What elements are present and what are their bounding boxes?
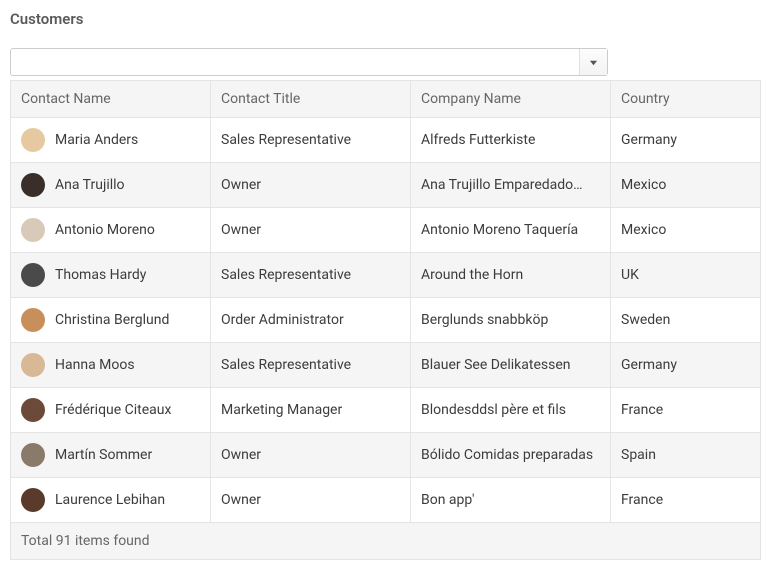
country: Spain xyxy=(611,433,761,478)
contact-title: Sales Representative xyxy=(211,343,411,388)
grid-header-row: Contact Name Contact Title Company Name … xyxy=(11,81,761,118)
avatar xyxy=(21,398,45,422)
table-row[interactable]: Antonio Moreno OwnerAntonio Moreno Taquer… xyxy=(11,208,761,253)
contact-name: Hanna Moos xyxy=(55,357,135,373)
contact-title: Owner xyxy=(211,433,411,478)
avatar xyxy=(21,173,45,197)
company-name: Blauer See Delikatessen xyxy=(411,343,611,388)
contact-title: Order Administrator xyxy=(211,298,411,343)
table-row[interactable]: Maria Anders Sales RepresentativeAlfreds … xyxy=(11,118,761,163)
contact-title: Owner xyxy=(211,208,411,253)
avatar xyxy=(21,488,45,512)
company-name: Bólido Comidas preparadas xyxy=(411,433,611,478)
column-header-company-name[interactable]: Company Name xyxy=(411,81,611,118)
column-header-country[interactable]: Country xyxy=(611,81,761,118)
country: France xyxy=(611,388,761,433)
avatar xyxy=(21,353,45,377)
company-name: Blondesddsl père et fils xyxy=(411,388,611,433)
avatar xyxy=(21,308,45,332)
contact-name: Frédérique Citeaux xyxy=(55,402,171,418)
contact-title: Sales Representative xyxy=(211,118,411,163)
column-header-contact-name[interactable]: Contact Name xyxy=(11,81,211,118)
country: Germany xyxy=(611,118,761,163)
contact-name: Thomas Hardy xyxy=(55,267,146,283)
customers-grid: Contact Name Contact Title Company Name … xyxy=(10,80,761,560)
country: Sweden xyxy=(611,298,761,343)
contact-name: Maria Anders xyxy=(55,132,138,148)
table-row[interactable]: Ana Trujillo OwnerAna Trujillo Emparedado… xyxy=(11,163,761,208)
country: Mexico xyxy=(611,208,761,253)
contact-name: Antonio Moreno xyxy=(55,222,155,238)
avatar xyxy=(21,128,45,152)
country: France xyxy=(611,478,761,523)
table-row[interactable]: Martín Sommer OwnerBólido Comidas prepara… xyxy=(11,433,761,478)
avatar xyxy=(21,218,45,242)
company-name: Antonio Moreno Taquería xyxy=(411,208,611,253)
avatar xyxy=(21,263,45,287)
contact-title: Owner xyxy=(211,163,411,208)
company-name: Ana Trujillo Emparedado… xyxy=(411,163,611,208)
contact-name: Martín Sommer xyxy=(55,447,152,463)
page-title: Customers xyxy=(10,10,760,28)
dropdown-selected xyxy=(11,49,579,75)
table-row[interactable]: Thomas Hardy Sales RepresentativeAround t… xyxy=(11,253,761,298)
contact-name: Christina Berglund xyxy=(55,312,169,328)
chevron-down-icon xyxy=(579,49,607,75)
column-header-contact-title[interactable]: Contact Title xyxy=(211,81,411,118)
contact-title: Sales Representative xyxy=(211,253,411,298)
company-name: Berglunds snabbköp xyxy=(411,298,611,343)
avatar xyxy=(21,443,45,467)
table-row[interactable]: Frédérique Citeaux Marketing ManagerBlond… xyxy=(11,388,761,433)
company-name: Alfreds Futterkiste xyxy=(411,118,611,163)
country: Mexico xyxy=(611,163,761,208)
contact-name: Laurence Lebihan xyxy=(55,492,165,508)
company-name: Around the Horn xyxy=(411,253,611,298)
filter-dropdown[interactable] xyxy=(10,48,608,76)
contact-name: Ana Trujillo xyxy=(55,177,125,193)
contact-title: Owner xyxy=(211,478,411,523)
contact-title: Marketing Manager xyxy=(211,388,411,433)
table-row[interactable]: Laurence Lebihan OwnerBon app'France xyxy=(11,478,761,523)
country: UK xyxy=(611,253,761,298)
company-name: Bon app' xyxy=(411,478,611,523)
table-row[interactable]: Hanna Moos Sales RepresentativeBlauer See… xyxy=(11,343,761,388)
country: Germany xyxy=(611,343,761,388)
table-row[interactable]: Christina Berglund Order AdministratorBer… xyxy=(11,298,761,343)
